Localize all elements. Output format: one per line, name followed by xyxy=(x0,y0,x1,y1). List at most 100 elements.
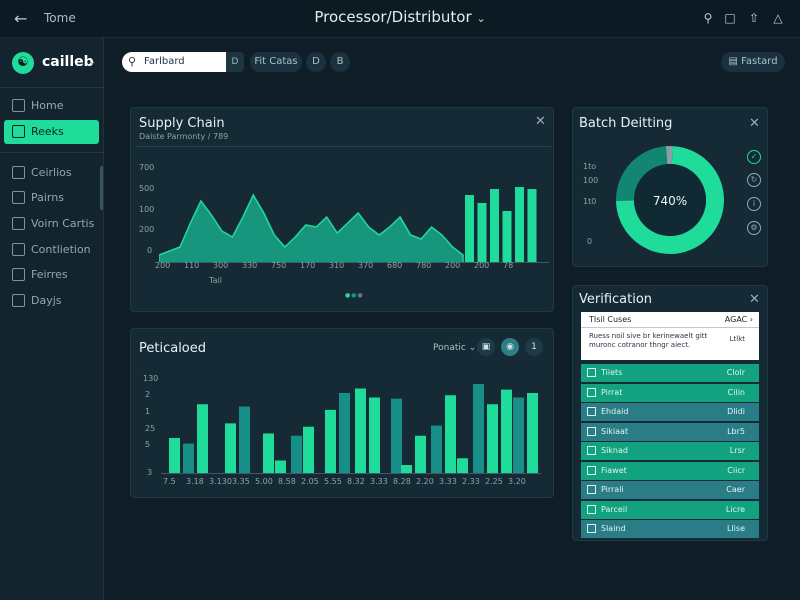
row-label: Sikiaat xyxy=(601,426,629,436)
verification-card: Verification ✕ TIsil Cuses AGAC › Ruess … xyxy=(572,285,768,541)
sidebar-item-pairns[interactable]: Pairns xyxy=(0,186,104,210)
sidebar-item-voirn-cartis[interactable]: Voirn Cartis xyxy=(0,212,104,236)
x-tick-label: 3.18 xyxy=(186,477,204,486)
x-tick-label: 780 xyxy=(416,261,432,270)
grid-view-button[interactable]: ▣ xyxy=(477,338,495,356)
box-icon xyxy=(12,166,25,179)
verification-row[interactable]: Slaind Llise xyxy=(581,520,759,538)
supply-chain-card: Supply Chain Daiste Parmonty / 789 ✕ 700… xyxy=(130,107,554,312)
close-icon[interactable]: ✕ xyxy=(749,292,760,307)
close-icon[interactable]: ✕ xyxy=(535,114,546,129)
row-icon xyxy=(587,407,596,416)
sidebar-scrollbar[interactable] xyxy=(100,166,103,210)
home-icon xyxy=(12,99,25,112)
toolbar: ⚲ Farlbard D Fit Catas D B ▤ Fastard xyxy=(104,38,800,86)
bar xyxy=(391,398,402,474)
info-icon[interactable]: i xyxy=(747,197,761,211)
search-icon: ⚲ xyxy=(128,55,137,68)
page-one-button[interactable]: 1 xyxy=(525,338,543,356)
x-tick-label: 310 xyxy=(329,261,345,270)
filter-chip-b[interactable]: B xyxy=(330,52,350,72)
row-icon xyxy=(587,465,596,475)
card-subtitle: Daiste Parmonty / 789 xyxy=(139,132,229,141)
bar xyxy=(401,465,412,474)
y-tick-label: 700 xyxy=(139,163,155,172)
settings-icon[interactable]: ⚙ xyxy=(747,221,761,235)
chevron-down-icon: ⌄ xyxy=(468,343,477,353)
bar xyxy=(355,388,366,474)
sidebar-item-label: Ceirlios xyxy=(31,166,72,179)
row-value: Dlidi xyxy=(727,407,745,416)
sidebar-item-label: Feirres xyxy=(31,268,68,281)
divider xyxy=(0,152,104,153)
search-icon[interactable]: ⚲ xyxy=(700,10,716,26)
bell-icon[interactable]: △ xyxy=(770,10,786,26)
row-value: Clolr xyxy=(726,368,745,377)
share-icon[interactable]: ⇧ xyxy=(746,10,762,26)
check-circle-icon[interactable]: ✓ xyxy=(747,150,761,164)
pager-dot[interactable]: ● xyxy=(358,292,364,299)
sidebar-item-contlietion[interactable]: Contlietion xyxy=(0,238,104,262)
x-tick-label: 2.25 xyxy=(485,477,503,486)
search-submit-button[interactable]: D xyxy=(226,52,244,72)
close-icon[interactable]: ✕ xyxy=(749,116,760,131)
row-icon xyxy=(587,446,596,455)
square-icon[interactable]: □ xyxy=(722,10,738,26)
row-value: Ciicr xyxy=(727,465,745,475)
back-arrow-icon[interactable]: ← xyxy=(14,9,27,28)
card-title: Supply Chain xyxy=(139,116,225,131)
bar xyxy=(513,397,524,474)
row-icon xyxy=(587,524,596,533)
verification-row[interactable]: Parceil Licre xyxy=(581,500,759,519)
bar xyxy=(303,426,314,474)
sidebar-item-ceirlios[interactable]: Ceirlios xyxy=(0,161,104,185)
sidebar-item-dayjs[interactable]: Dayjs xyxy=(0,289,104,313)
card-icon xyxy=(12,217,25,230)
target-view-button[interactable]: ◉ xyxy=(501,338,519,356)
row-icon xyxy=(587,504,596,514)
pagination-dots[interactable]: ●●● xyxy=(345,292,364,299)
verification-row[interactable]: Pirrat Cilin xyxy=(581,383,759,402)
bar xyxy=(239,406,250,474)
verification-row[interactable]: Siknad Lrsr xyxy=(581,442,759,460)
sidebar-item-home[interactable]: Home xyxy=(0,94,104,118)
row-icon xyxy=(587,387,596,397)
x-tick-label: 5.55 xyxy=(324,477,342,486)
row-value: Lbr5 xyxy=(727,426,745,436)
summary-note-value: Ltlkt xyxy=(729,335,745,343)
period-filter-select[interactable]: Ponatic ⌄ xyxy=(433,343,476,353)
sidebar-item-label: Dayjs xyxy=(31,294,62,307)
verification-row[interactable]: Sikiaat Lbr5 xyxy=(581,422,759,441)
bar xyxy=(502,211,512,263)
verification-row[interactable]: Pirrali Caer xyxy=(581,481,759,499)
x-tick-label: 2.20 xyxy=(416,477,434,486)
brand-logo-icon: ☯ xyxy=(12,52,34,74)
x-tick-label: 680 xyxy=(387,261,403,270)
chevron-down-icon: ⌄ xyxy=(88,56,97,67)
page-title[interactable]: Processor/Distributor ⌄ xyxy=(0,8,800,26)
verification-row[interactable]: Fiawet Ciicr xyxy=(581,461,759,480)
x-tick-label: 300 xyxy=(213,261,229,270)
breadcrumb[interactable]: Tome xyxy=(44,11,76,25)
fastard-button[interactable]: ▤ Fastard xyxy=(721,52,785,72)
x-tick-label: 8.58 xyxy=(278,477,296,486)
sidebar-item-feirres[interactable]: Feirres xyxy=(0,263,104,287)
sidebar-item-label: Reeks xyxy=(31,125,64,138)
sidebar-item-label: Pairns xyxy=(31,191,64,204)
bar xyxy=(197,404,208,474)
x-axis-label: Tail xyxy=(209,276,222,285)
summary-value[interactable]: AGAC › xyxy=(725,315,753,324)
filter-chip[interactable]: Fit Catas xyxy=(250,52,302,72)
sidebar-item-reeks[interactable]: Reeks xyxy=(4,120,99,144)
divider xyxy=(135,146,551,147)
row-label: Pirrali xyxy=(601,485,624,494)
y-tick-label: 2 xyxy=(145,390,151,399)
verification-row[interactable]: Ehdaid Dlidi xyxy=(581,403,759,421)
search-input[interactable]: Farlbard xyxy=(144,56,185,67)
search-field[interactable]: ⚲ Farlbard xyxy=(122,52,226,72)
filter-chip-d[interactable]: D xyxy=(306,52,326,72)
x-tick-label: 200 xyxy=(474,261,490,270)
refresh-icon[interactable]: ↻ xyxy=(747,173,761,187)
x-tick-label: 3.130 xyxy=(209,477,232,486)
verification-row[interactable]: Tiiets Clolr xyxy=(581,364,759,382)
